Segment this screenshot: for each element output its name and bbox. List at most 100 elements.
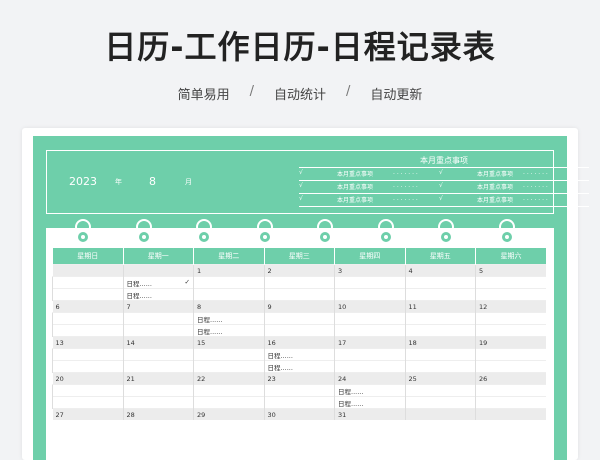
day-number-cell[interactable]: 25 — [404, 372, 476, 385]
schedule-cell[interactable] — [404, 396, 476, 409]
note-item-label[interactable]: 本月重点事项 — [477, 195, 513, 204]
schedule-cell[interactable] — [475, 276, 546, 289]
day-number-cell[interactable]: 30 — [263, 408, 335, 420]
schedule-cell[interactable] — [193, 276, 264, 289]
day-number-cell[interactable]: 24 — [334, 372, 405, 385]
schedule-cell[interactable]: 日程...... — [122, 288, 194, 301]
schedule-cell[interactable]: 日程...... — [334, 396, 405, 409]
schedule-cell[interactable]: 日程...... — [334, 384, 405, 397]
schedule-cell[interactable] — [404, 288, 476, 301]
schedule-cell[interactable] — [263, 324, 335, 337]
schedule-entry[interactable]: 日程...... — [197, 316, 222, 324]
day-number-cell[interactable]: 17 — [334, 336, 405, 349]
schedule-cell[interactable] — [122, 312, 194, 325]
day-number-cell[interactable]: 14 — [122, 336, 194, 349]
schedule-cell[interactable] — [52, 288, 123, 301]
day-number-cell[interactable]: 11 — [404, 300, 476, 313]
day-number-cell[interactable]: 9 — [263, 300, 335, 313]
schedule-cell[interactable] — [193, 384, 264, 397]
schedule-cell[interactable]: 日程...... — [193, 312, 264, 325]
note-item-label[interactable]: 本月重点事项 — [337, 195, 373, 204]
day-number-cell[interactable]: 16 — [263, 336, 335, 349]
schedule-cell[interactable] — [475, 324, 546, 337]
day-number-cell[interactable]: 1 — [193, 264, 264, 277]
schedule-cell[interactable]: 日程...... — [263, 348, 335, 361]
schedule-entry[interactable]: 日程...... — [197, 328, 222, 336]
day-number-cell[interactable]: 23 — [263, 372, 335, 385]
schedule-cell[interactable] — [193, 396, 264, 409]
day-number-cell[interactable]: 6 — [52, 300, 123, 313]
schedule-cell[interactable] — [404, 348, 476, 361]
schedule-entry[interactable]: 日程...... — [268, 364, 293, 372]
day-number-cell[interactable]: 18 — [404, 336, 476, 349]
schedule-cell[interactable] — [334, 360, 405, 373]
schedule-entry[interactable]: 日程...... — [268, 352, 293, 360]
day-number-cell[interactable]: 2 — [263, 264, 335, 277]
schedule-cell[interactable] — [52, 324, 123, 337]
schedule-cell[interactable] — [52, 276, 123, 289]
schedule-cell[interactable] — [263, 312, 335, 325]
day-number-cell[interactable]: 28 — [122, 408, 194, 420]
note-check-icon[interactable]: √ — [299, 182, 303, 189]
schedule-entry[interactable]: 日程...... — [127, 292, 152, 300]
note-item-label[interactable]: 本月重点事项 — [477, 182, 513, 191]
note-check-icon[interactable]: √ — [439, 169, 443, 176]
schedule-cell[interactable] — [334, 276, 405, 289]
schedule-cell[interactable] — [404, 360, 476, 373]
schedule-cell[interactable] — [334, 348, 405, 361]
schedule-cell[interactable] — [122, 396, 194, 409]
day-number-cell[interactable]: 21 — [122, 372, 194, 385]
schedule-cell[interactable] — [475, 348, 546, 361]
day-number-cell[interactable]: 15 — [193, 336, 264, 349]
day-number-cell[interactable]: 29 — [193, 408, 264, 420]
schedule-cell[interactable] — [475, 396, 546, 409]
schedule-entry[interactable]: 日程...... — [127, 280, 152, 288]
day-number-cell[interactable]: 26 — [475, 372, 546, 385]
schedule-entry[interactable]: 日程...... — [338, 400, 363, 408]
day-number-cell[interactable]: 13 — [52, 336, 123, 349]
done-check-icon[interactable]: ✓ — [185, 278, 190, 286]
schedule-cell[interactable] — [193, 360, 264, 373]
day-number-cell[interactable]: 5 — [475, 264, 546, 277]
schedule-entry[interactable]: 日程...... — [338, 388, 363, 396]
note-item-label[interactable]: 本月重点事项 — [337, 182, 373, 191]
schedule-cell[interactable] — [263, 396, 335, 409]
note-item-label[interactable]: 本月重点事项 — [337, 169, 373, 178]
schedule-cell[interactable] — [404, 384, 476, 397]
schedule-cell[interactable] — [263, 384, 335, 397]
schedule-cell[interactable] — [475, 360, 546, 373]
schedule-cell[interactable] — [334, 288, 405, 301]
schedule-cell[interactable] — [52, 312, 123, 325]
note-check-icon[interactable]: √ — [439, 195, 443, 202]
note-check-icon[interactable]: √ — [299, 195, 303, 202]
day-number-cell[interactable]: 4 — [404, 264, 476, 277]
schedule-cell[interactable]: 日程...... — [263, 360, 335, 373]
schedule-cell[interactable] — [404, 276, 476, 289]
day-number-cell[interactable]: 10 — [334, 300, 405, 313]
schedule-cell[interactable] — [122, 324, 194, 337]
schedule-cell[interactable] — [122, 348, 194, 361]
schedule-cell[interactable] — [52, 348, 123, 361]
note-item-label[interactable]: 本月重点事项 — [477, 169, 513, 178]
schedule-cell[interactable] — [475, 312, 546, 325]
day-number-cell[interactable]: 8 — [193, 300, 264, 313]
schedule-cell[interactable] — [404, 312, 476, 325]
day-number-cell[interactable]: 31 — [334, 408, 405, 420]
schedule-cell[interactable] — [475, 384, 546, 397]
schedule-cell[interactable] — [52, 360, 123, 373]
day-number-cell[interactable]: 20 — [52, 372, 123, 385]
schedule-cell[interactable] — [52, 396, 123, 409]
day-number-cell[interactable]: 7 — [122, 300, 194, 313]
month-value[interactable]: 8 — [149, 175, 156, 188]
day-number-cell[interactable]: 19 — [475, 336, 546, 349]
schedule-cell[interactable]: 日程...... — [193, 324, 264, 337]
schedule-cell[interactable] — [193, 288, 264, 301]
day-number-cell[interactable]: 3 — [334, 264, 405, 277]
note-check-icon[interactable]: √ — [439, 182, 443, 189]
schedule-cell[interactable] — [52, 384, 123, 397]
schedule-cell[interactable] — [404, 324, 476, 337]
schedule-cell[interactable] — [334, 324, 405, 337]
note-check-icon[interactable]: √ — [299, 169, 303, 176]
day-number-cell[interactable]: 22 — [193, 372, 264, 385]
day-number-cell[interactable]: 27 — [52, 408, 123, 420]
